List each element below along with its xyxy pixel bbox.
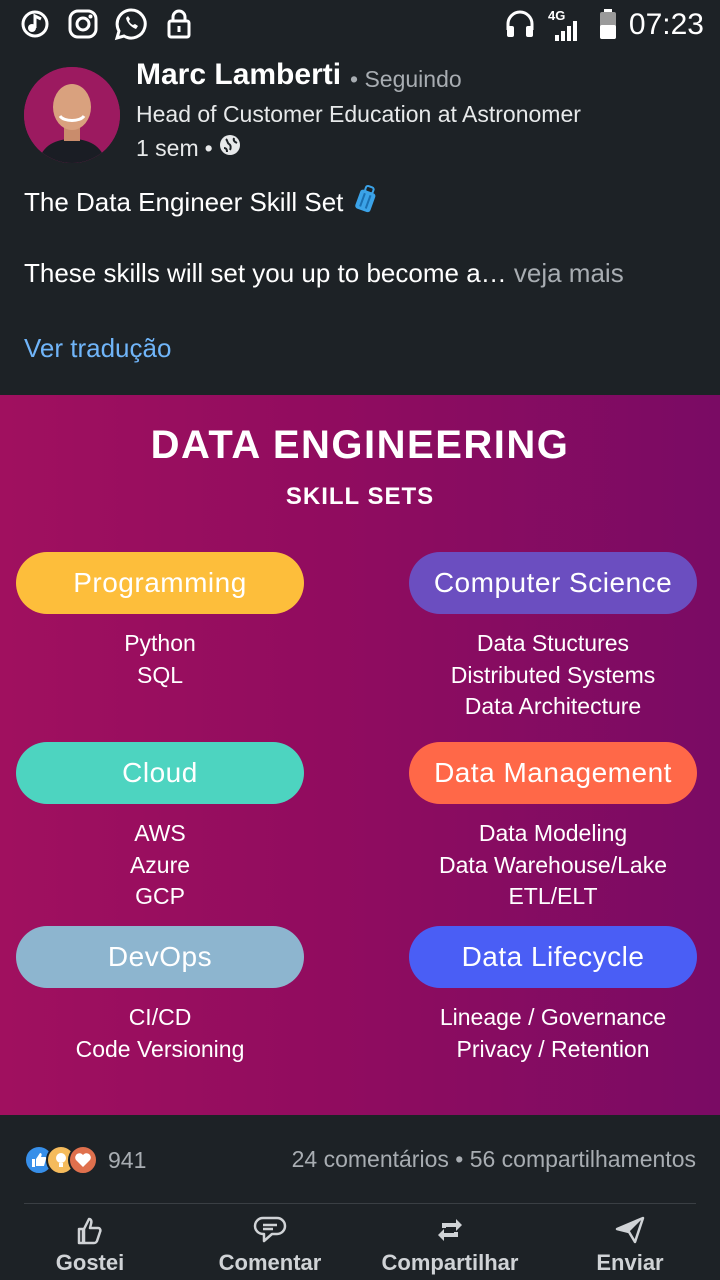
luggage-icon	[353, 184, 379, 221]
love-icon	[68, 1145, 98, 1175]
send-button-label: Enviar	[596, 1250, 664, 1275]
send-icon	[614, 1212, 646, 1248]
battery-icon	[591, 6, 625, 42]
post-body-text: These skills will set you up to become a…	[24, 258, 507, 288]
skill-list: Data Stuctures Distributed Systems Data Ar…	[409, 628, 697, 723]
skill-list: AWS Azure GCP	[16, 818, 304, 913]
reaction-count: 941	[108, 1146, 147, 1173]
send-button[interactable]: Enviar	[540, 1212, 720, 1280]
repost-icon	[435, 1212, 465, 1248]
skill-list: Lineage / Governance Privacy / Retention	[409, 1002, 697, 1065]
post-meta: 1 sem •	[136, 134, 241, 162]
category-pill: Data Management	[409, 742, 697, 804]
translate-link[interactable]: Ver tradução	[24, 333, 171, 364]
skill-item: GCP	[135, 883, 185, 909]
skill-item: Data Warehouse/Lake	[438, 851, 667, 878]
see-more-link[interactable]: veja mais	[514, 258, 624, 288]
skill-item: Distributed Systems	[450, 661, 656, 688]
whatsapp-icon	[114, 6, 148, 42]
share-count[interactable]: 56 compartilhamentos	[470, 1146, 696, 1172]
post-time: 1 sem	[136, 134, 199, 161]
category-pill: Computer Science	[409, 552, 697, 614]
comment-count[interactable]: 24 comentários	[292, 1146, 449, 1172]
skill-item: Code Versioning	[75, 1035, 245, 1062]
skill-item: Python	[124, 630, 196, 656]
post-title-text: The Data Engineer Skill Set	[24, 187, 344, 217]
category-pill: Cloud	[16, 742, 304, 804]
skill-item: ETL/ELT	[508, 883, 598, 909]
skill-list: Data Modeling Data Warehouse/Lake ETL/ELT	[409, 818, 697, 913]
follow-status: • Seguindo	[350, 66, 462, 92]
skill-list: CI/CD Code Versioning	[16, 1002, 304, 1065]
skill-item: Data Stuctures	[476, 630, 630, 656]
infographic-title: DATA ENGINEERING	[150, 423, 570, 467]
skill-item: SQL	[136, 661, 184, 688]
headphones-icon	[503, 6, 537, 42]
reactions-summary[interactable]: 941	[24, 1143, 146, 1177]
signal-icon	[550, 12, 584, 48]
like-button[interactable]: Gostei	[0, 1212, 180, 1280]
follow-status-label: Seguindo	[364, 66, 462, 92]
comment-icon	[253, 1212, 287, 1248]
skill-item: CI/CD	[128, 1004, 192, 1030]
share-button[interactable]: Compartilhar	[360, 1212, 540, 1280]
skill-item: Data Architecture	[464, 693, 642, 719]
category-pill: Data Lifecycle	[409, 926, 697, 988]
post-title: The Data Engineer Skill Set	[24, 184, 379, 221]
thumbs-up-icon	[75, 1212, 105, 1248]
globe-icon	[219, 134, 241, 162]
status-bar: 4G 07:23	[0, 0, 720, 50]
author-name[interactable]: Marc Lamberti	[136, 58, 341, 92]
skill-item: Privacy / Retention	[456, 1035, 650, 1062]
comment-button-label: Comentar	[218, 1250, 322, 1275]
like-button-label: Gostei	[55, 1250, 125, 1275]
divider	[24, 1203, 696, 1204]
instagram-icon	[66, 6, 100, 42]
comment-button[interactable]: Comentar	[180, 1212, 360, 1280]
counts-separator: •	[455, 1146, 464, 1172]
category-pill: DevOps	[16, 926, 304, 988]
author-avatar[interactable]	[24, 67, 120, 163]
meta-separator: •	[204, 134, 213, 161]
infographic-subtitle: SKILL SETS	[285, 483, 435, 510]
share-button-label: Compartilhar	[381, 1250, 519, 1275]
post-image[interactable]: DATA ENGINEERING SKILL SETS Programming P…	[0, 395, 720, 1115]
music-app-icon	[18, 6, 52, 42]
skill-item: Azure	[129, 851, 191, 878]
skill-item: Lineage / Governance	[439, 1004, 667, 1030]
category-pill: Programming	[16, 552, 304, 614]
engagement-counts[interactable]: 24 comentários • 56 compartilhamentos	[292, 1146, 696, 1173]
skill-list: Python SQL	[16, 628, 304, 691]
lock-icon	[162, 6, 196, 42]
post-body-preview: These skills will set you up to become a…	[24, 258, 624, 289]
author-headline: Head of Customer Education at Astronomer	[136, 101, 581, 127]
clock: 07:23	[628, 8, 704, 41]
skill-item: AWS	[134, 820, 186, 846]
skill-item: Data Modeling	[478, 820, 628, 846]
